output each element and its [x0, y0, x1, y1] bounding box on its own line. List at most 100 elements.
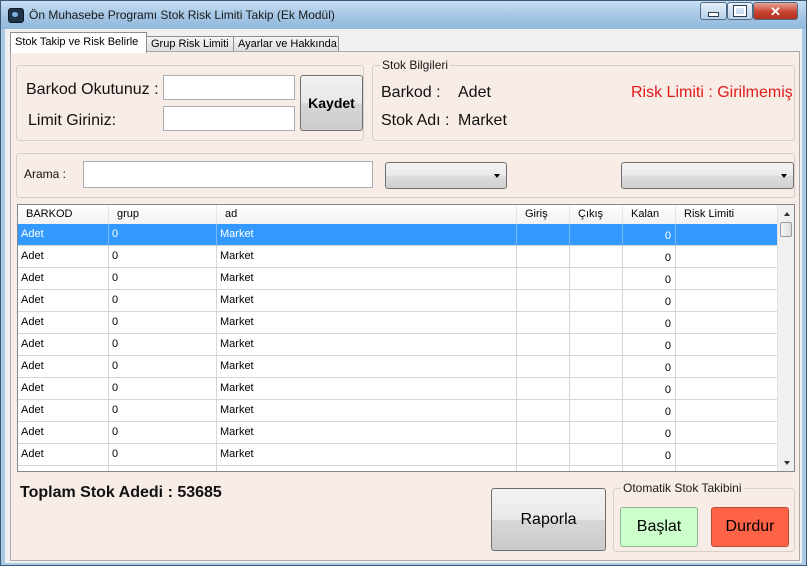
filter-combo-2[interactable]: [621, 162, 794, 189]
table-row[interactable]: Adet 0 Market 0: [18, 444, 778, 466]
cell-kalan[interactable]: 0: [623, 246, 676, 268]
table-row[interactable]: Adet 0 Market 0: [18, 224, 778, 246]
table-row[interactable]: Adet 0 Market 0: [18, 356, 778, 378]
scroll-down-button[interactable]: [779, 455, 794, 470]
cell-risk-limiti[interactable]: [676, 246, 778, 268]
cell-grup[interactable]: 0: [109, 334, 217, 356]
table-row[interactable]: Adet 0 Market 0: [18, 312, 778, 334]
cell-giris[interactable]: [517, 246, 570, 268]
cell-risk-limiti[interactable]: [676, 378, 778, 400]
column-header-grup[interactable]: grup: [109, 205, 217, 224]
column-header-ad[interactable]: ad: [217, 205, 517, 224]
column-header-giris[interactable]: Giriş: [517, 205, 570, 224]
cell-barkod[interactable]: Adet: [18, 400, 109, 422]
cell-ad[interactable]: Market: [217, 444, 517, 466]
search-input[interactable]: [83, 161, 373, 188]
cell-risk-limiti[interactable]: [676, 422, 778, 444]
cell-ad[interactable]: Market: [217, 290, 517, 312]
cell-giris[interactable]: [517, 356, 570, 378]
cell-ad[interactable]: Market: [217, 400, 517, 422]
tab-settings-about[interactable]: Ayarlar ve Hakkında: [233, 36, 339, 52]
barcode-input[interactable]: [163, 75, 295, 100]
cell-giris[interactable]: [517, 422, 570, 444]
cell-risk-limiti[interactable]: [676, 400, 778, 422]
cell-barkod[interactable]: Adet: [18, 378, 109, 400]
table-row[interactable]: Adet 0 Market 0: [18, 334, 778, 356]
cell-cikis[interactable]: [570, 422, 623, 444]
close-button[interactable]: ✕: [753, 2, 798, 20]
column-header-cikis[interactable]: Çıkış: [570, 205, 623, 224]
table-row[interactable]: Adet 0 Market 0: [18, 422, 778, 444]
cell-giris[interactable]: [517, 378, 570, 400]
cell-risk-limiti[interactable]: [676, 224, 778, 246]
cell-cikis[interactable]: [570, 378, 623, 400]
cell-risk-limiti[interactable]: [676, 466, 778, 471]
cell-cikis[interactable]: [570, 356, 623, 378]
cell-ad[interactable]: Market: [217, 356, 517, 378]
cell-kalan[interactable]: 0: [623, 444, 676, 466]
table-row[interactable]: Adet 0 Market 0: [18, 246, 778, 268]
column-header-barkod[interactable]: BARKOD: [18, 205, 109, 224]
table-row[interactable]: Adet 0 Market 0: [18, 268, 778, 290]
cell-kalan[interactable]: 0: [623, 378, 676, 400]
table-row[interactable]: Adet 0 Market 0: [18, 290, 778, 312]
cell-kalan[interactable]: 0: [623, 268, 676, 290]
cell-giris[interactable]: [517, 466, 570, 471]
save-button[interactable]: Kaydet: [300, 75, 363, 131]
table-row[interactable]: Adet 0 Market 0: [18, 378, 778, 400]
cell-ad[interactable]: Market: [217, 268, 517, 290]
cell-kalan[interactable]: [623, 466, 676, 471]
cell-kalan[interactable]: 0: [623, 334, 676, 356]
cell-grup[interactable]: 0: [109, 356, 217, 378]
stop-button[interactable]: Durdur: [711, 507, 789, 547]
cell-grup[interactable]: 0: [109, 444, 217, 466]
cell-barkod[interactable]: Adet: [18, 334, 109, 356]
cell-ad[interactable]: [217, 466, 517, 471]
cell-grup[interactable]: 0: [109, 290, 217, 312]
column-header-risk-limiti[interactable]: Risk Limiti: [676, 205, 778, 224]
cell-ad[interactable]: Market: [217, 312, 517, 334]
cell-giris[interactable]: [517, 444, 570, 466]
cell-cikis[interactable]: [570, 290, 623, 312]
cell-grup[interactable]: 0: [109, 224, 217, 246]
cell-giris[interactable]: [517, 224, 570, 246]
cell-cikis[interactable]: [570, 268, 623, 290]
cell-cikis[interactable]: [570, 246, 623, 268]
cell-grup[interactable]: [109, 466, 217, 471]
cell-cikis[interactable]: [570, 444, 623, 466]
table-row[interactable]: [18, 466, 778, 471]
cell-grup[interactable]: 0: [109, 378, 217, 400]
tab-stock-tracking[interactable]: Stok Takip ve Risk Belirle: [10, 32, 147, 53]
cell-barkod[interactable]: Adet: [18, 356, 109, 378]
cell-barkod[interactable]: Adet: [18, 268, 109, 290]
filter-combo-1[interactable]: [385, 162, 507, 189]
maximize-button[interactable]: [727, 2, 753, 20]
cell-kalan[interactable]: 0: [623, 224, 676, 246]
cell-cikis[interactable]: [570, 224, 623, 246]
cell-barkod[interactable]: Adet: [18, 290, 109, 312]
limit-input[interactable]: [163, 106, 295, 131]
minimize-button[interactable]: [700, 2, 727, 20]
cell-risk-limiti[interactable]: [676, 312, 778, 334]
scroll-up-button[interactable]: [779, 206, 794, 221]
column-header-kalan[interactable]: Kalan: [623, 205, 676, 224]
cell-risk-limiti[interactable]: [676, 334, 778, 356]
cell-ad[interactable]: Market: [217, 246, 517, 268]
cell-grup[interactable]: 0: [109, 312, 217, 334]
cell-giris[interactable]: [517, 290, 570, 312]
cell-risk-limiti[interactable]: [676, 444, 778, 466]
cell-kalan[interactable]: 0: [623, 400, 676, 422]
report-button[interactable]: Raporla: [491, 488, 606, 551]
cell-risk-limiti[interactable]: [676, 290, 778, 312]
cell-kalan[interactable]: 0: [623, 356, 676, 378]
cell-cikis[interactable]: [570, 466, 623, 471]
cell-barkod[interactable]: Adet: [18, 224, 109, 246]
cell-barkod[interactable]: Adet: [18, 312, 109, 334]
cell-giris[interactable]: [517, 312, 570, 334]
cell-grup[interactable]: 0: [109, 268, 217, 290]
cell-giris[interactable]: [517, 334, 570, 356]
stock-grid[interactable]: BARKOD grup ad Giriş Çıkış Kalan Risk Li…: [17, 204, 795, 472]
cell-giris[interactable]: [517, 400, 570, 422]
cell-barkod[interactable]: [18, 466, 109, 471]
cell-ad[interactable]: Market: [217, 378, 517, 400]
